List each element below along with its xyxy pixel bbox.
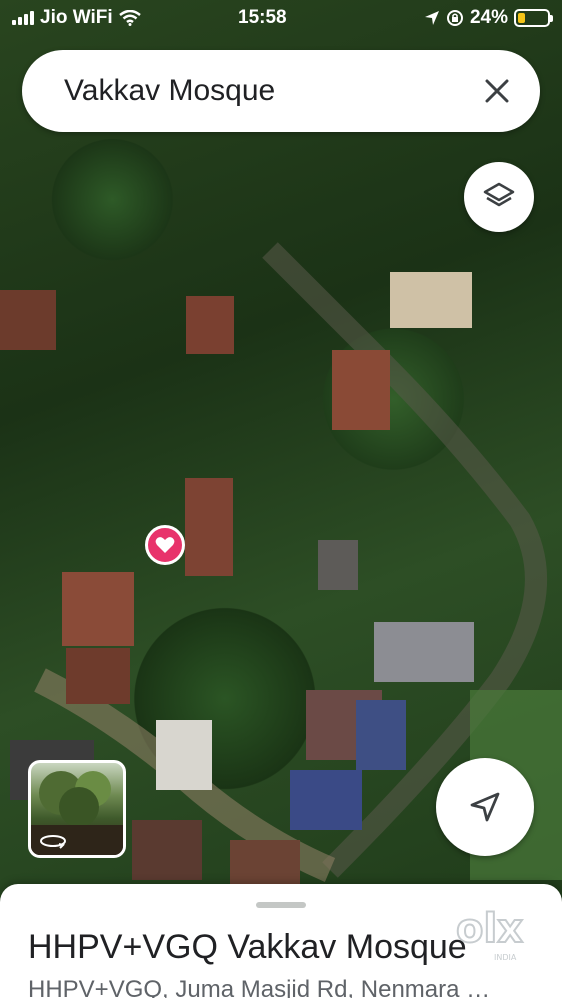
building-roof (332, 350, 390, 430)
place-marker[interactable] (145, 525, 185, 565)
close-icon (485, 79, 509, 103)
status-right: 24% (424, 7, 553, 29)
place-title: HHPV+VGQ Vakkav Mosque (28, 928, 467, 966)
carrier-name: Jio WiFi (40, 7, 113, 28)
olx-watermark-logo: olx INDIA (455, 905, 524, 962)
cellular-signal-icon (12, 11, 34, 25)
battery-level (518, 13, 525, 23)
svg-text:olx: olx (456, 906, 523, 952)
drag-handle[interactable] (256, 902, 306, 908)
building-roof (156, 720, 212, 790)
map-layers-button[interactable] (464, 162, 534, 232)
building-roof (66, 648, 130, 704)
building-roof (0, 290, 56, 350)
building-roof (356, 700, 406, 770)
building-roof (230, 840, 300, 884)
building-roof (132, 820, 202, 880)
svg-text:INDIA: INDIA (494, 953, 517, 962)
maps-screen: Jio WiFi 15:58 24% Vakkav Mosque HHPV+VG… (0, 0, 562, 998)
rotate-360-icon (40, 835, 66, 849)
status-left: Jio WiFi (12, 7, 141, 29)
place-address: HHPV+VGQ, Juma Masjid Rd, Nenmara … (28, 976, 491, 998)
battery-icon (514, 9, 553, 27)
layers-icon (483, 182, 515, 207)
building-roof (186, 296, 234, 354)
clear-search-button[interactable] (480, 74, 514, 108)
location-arrow-icon (424, 11, 439, 25)
building-roof (290, 770, 362, 830)
heart-icon (155, 537, 175, 553)
battery-percent: 24% (469, 7, 508, 28)
status-bar: Jio WiFi 15:58 24% (0, 0, 562, 36)
building-roof (185, 478, 233, 576)
navigation-arrow-icon (470, 792, 500, 822)
building-roof (390, 272, 472, 328)
search-query[interactable]: Vakkav Mosque (64, 74, 275, 108)
wifi-icon (118, 10, 141, 26)
clock: 15:58 (238, 7, 287, 28)
my-location-button[interactable] (436, 758, 534, 856)
building-roof (62, 572, 134, 646)
rotation-lock-icon (446, 10, 463, 26)
building-roof (374, 622, 474, 682)
search-bar[interactable]: Vakkav Mosque (22, 50, 540, 132)
building-roof (318, 540, 358, 590)
street-view-thumbnail[interactable] (28, 760, 126, 858)
